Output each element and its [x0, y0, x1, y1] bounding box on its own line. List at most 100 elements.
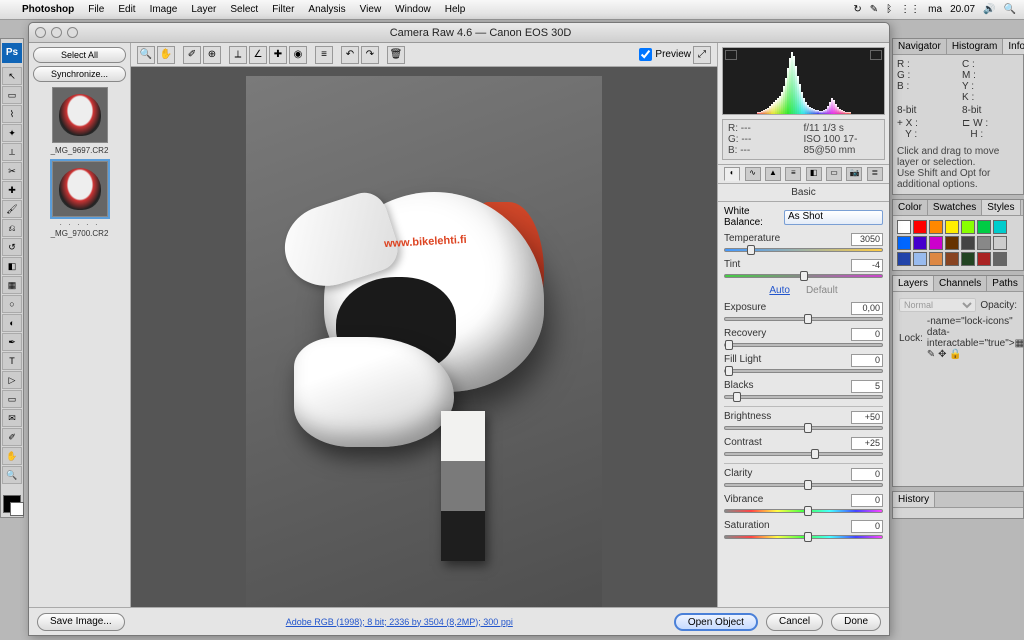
- style-swatch[interactable]: [993, 252, 1007, 266]
- slider-temperature[interactable]: Temperature3050: [724, 233, 883, 252]
- thumb-1[interactable]: _MG_9697.CR2: [33, 87, 126, 155]
- tab-detail-icon[interactable]: ▲: [765, 167, 781, 181]
- camera-raw-titlebar[interactable]: Camera Raw 4.6 — Canon EOS 30D: [29, 23, 889, 43]
- select-all-button[interactable]: Select All: [33, 47, 126, 63]
- blur-tool[interactable]: ○: [2, 295, 22, 313]
- retouch-tool-icon[interactable]: ✚: [269, 46, 287, 64]
- menu-edit[interactable]: Edit: [118, 4, 135, 15]
- menu-view[interactable]: View: [360, 4, 382, 15]
- trash-icon[interactable]: 🗑: [387, 46, 405, 64]
- default-link[interactable]: Default: [806, 285, 838, 296]
- style-swatch[interactable]: [913, 252, 927, 266]
- tab-hsl-icon[interactable]: ≡: [785, 167, 801, 181]
- menu-analysis[interactable]: Analysis: [308, 4, 345, 15]
- style-swatch[interactable]: [993, 236, 1007, 250]
- foreground-background-swatch[interactable]: [3, 495, 21, 513]
- tab-styles[interactable]: Styles: [982, 200, 1020, 215]
- style-swatch[interactable]: [913, 220, 927, 234]
- fullscreen-toggle-icon[interactable]: ⤢: [693, 46, 711, 64]
- menu-image[interactable]: Image: [150, 4, 178, 15]
- tab-navigator[interactable]: Navigator: [893, 39, 947, 54]
- open-object-button[interactable]: Open Object: [674, 613, 758, 631]
- spotlight-icon[interactable]: 🔍: [1004, 4, 1016, 15]
- style-swatch[interactable]: [977, 252, 991, 266]
- style-swatch[interactable]: [913, 236, 927, 250]
- type-tool[interactable]: T: [2, 352, 22, 370]
- style-swatch[interactable]: [945, 236, 959, 250]
- heal-tool[interactable]: ✚: [2, 181, 22, 199]
- tab-basic-icon[interactable]: ◐: [724, 167, 740, 181]
- brush-tool[interactable]: 🖌: [2, 200, 22, 218]
- eyedropper-tool[interactable]: ✐: [2, 428, 22, 446]
- slider-filllight[interactable]: Fill Light0: [724, 354, 883, 373]
- preview-checkbox[interactable]: Preview: [639, 48, 691, 61]
- rotate-ccw-icon[interactable]: ↶: [341, 46, 359, 64]
- slider-clarity[interactable]: Clarity0: [724, 468, 883, 487]
- tab-calib-icon[interactable]: 📷: [846, 167, 862, 181]
- style-swatch[interactable]: [961, 220, 975, 234]
- sync-icon[interactable]: ↻: [853, 4, 861, 15]
- style-swatch[interactable]: [961, 236, 975, 250]
- highlight-clip-icon[interactable]: [870, 50, 882, 60]
- slice-tool[interactable]: ✂: [2, 162, 22, 180]
- app-name[interactable]: Photoshop: [22, 4, 74, 15]
- prefs-icon[interactable]: ≡: [315, 46, 333, 64]
- synchronize-button[interactable]: Synchronize...: [33, 66, 126, 82]
- preview-area[interactable]: www.bikelehti.fi: [131, 67, 717, 617]
- tab-info[interactable]: Info: [1003, 39, 1024, 54]
- pen-tool[interactable]: ✒: [2, 333, 22, 351]
- tab-split-icon[interactable]: ◧: [806, 167, 822, 181]
- slider-contrast[interactable]: Contrast+25: [724, 437, 883, 456]
- hand-tool-icon[interactable]: ✋: [157, 46, 175, 64]
- hand-tool[interactable]: ✋: [2, 447, 22, 465]
- menu-filter[interactable]: Filter: [272, 4, 294, 15]
- slider-vibrance[interactable]: Vibrance0: [724, 494, 883, 513]
- tab-presets-icon[interactable]: ≣: [867, 167, 883, 181]
- zoom-tool-icon[interactable]: 🔍: [137, 46, 155, 64]
- style-swatch[interactable]: [977, 236, 991, 250]
- bluetooth-icon[interactable]: ᛒ: [886, 4, 892, 15]
- style-swatch[interactable]: [945, 252, 959, 266]
- move-tool[interactable]: ↖: [2, 67, 22, 85]
- menu-layer[interactable]: Layer: [191, 4, 216, 15]
- window-minimize-icon[interactable]: [51, 27, 62, 38]
- volume-icon[interactable]: 🔊: [983, 4, 995, 15]
- marquee-tool[interactable]: ▭: [2, 86, 22, 104]
- stamp-tool[interactable]: ⎌: [2, 219, 22, 237]
- slider-exposure[interactable]: Exposure0,00: [724, 302, 883, 321]
- histogram[interactable]: [722, 47, 885, 115]
- style-swatch[interactable]: [897, 252, 911, 266]
- style-swatch[interactable]: [977, 220, 991, 234]
- slider-blacks[interactable]: Blacks5: [724, 380, 883, 399]
- style-swatch[interactable]: [945, 220, 959, 234]
- tab-color[interactable]: Color: [893, 200, 928, 215]
- menu-select[interactable]: Select: [230, 4, 258, 15]
- wifi-icon[interactable]: ⋮⋮: [900, 4, 920, 15]
- shadow-clip-icon[interactable]: [725, 50, 737, 60]
- lasso-tool[interactable]: ⌇: [2, 105, 22, 123]
- crop-tool-icon[interactable]: ⟂: [229, 46, 247, 64]
- wand-tool[interactable]: ✦: [2, 124, 22, 142]
- tab-history[interactable]: History: [893, 492, 935, 507]
- style-swatch[interactable]: [929, 252, 943, 266]
- redeye-tool-icon[interactable]: ◉: [289, 46, 307, 64]
- save-image-button[interactable]: Save Image...: [37, 613, 125, 631]
- workflow-link[interactable]: Adobe RGB (1998); 8 bit; 2336 by 3504 (8…: [286, 617, 513, 627]
- tab-lens-icon[interactable]: ▭: [826, 167, 842, 181]
- style-swatch[interactable]: [929, 220, 943, 234]
- color-sampler-icon[interactable]: ⊕: [203, 46, 221, 64]
- window-close-icon[interactable]: [35, 27, 46, 38]
- slider-recovery[interactable]: Recovery0: [724, 328, 883, 347]
- shape-tool[interactable]: ▭: [2, 390, 22, 408]
- cancel-button[interactable]: Cancel: [766, 613, 823, 631]
- history-brush-tool[interactable]: ↺: [2, 238, 22, 256]
- style-swatch[interactable]: [897, 220, 911, 234]
- dodge-tool[interactable]: ◐: [2, 314, 22, 332]
- style-swatch[interactable]: [929, 236, 943, 250]
- tab-swatches[interactable]: Swatches: [928, 200, 982, 215]
- wb-select[interactable]: As Shot: [784, 210, 883, 225]
- style-swatch[interactable]: [897, 236, 911, 250]
- gradient-tool[interactable]: ▦: [2, 276, 22, 294]
- notes-tool[interactable]: ✉: [2, 409, 22, 427]
- style-swatch[interactable]: [993, 220, 1007, 234]
